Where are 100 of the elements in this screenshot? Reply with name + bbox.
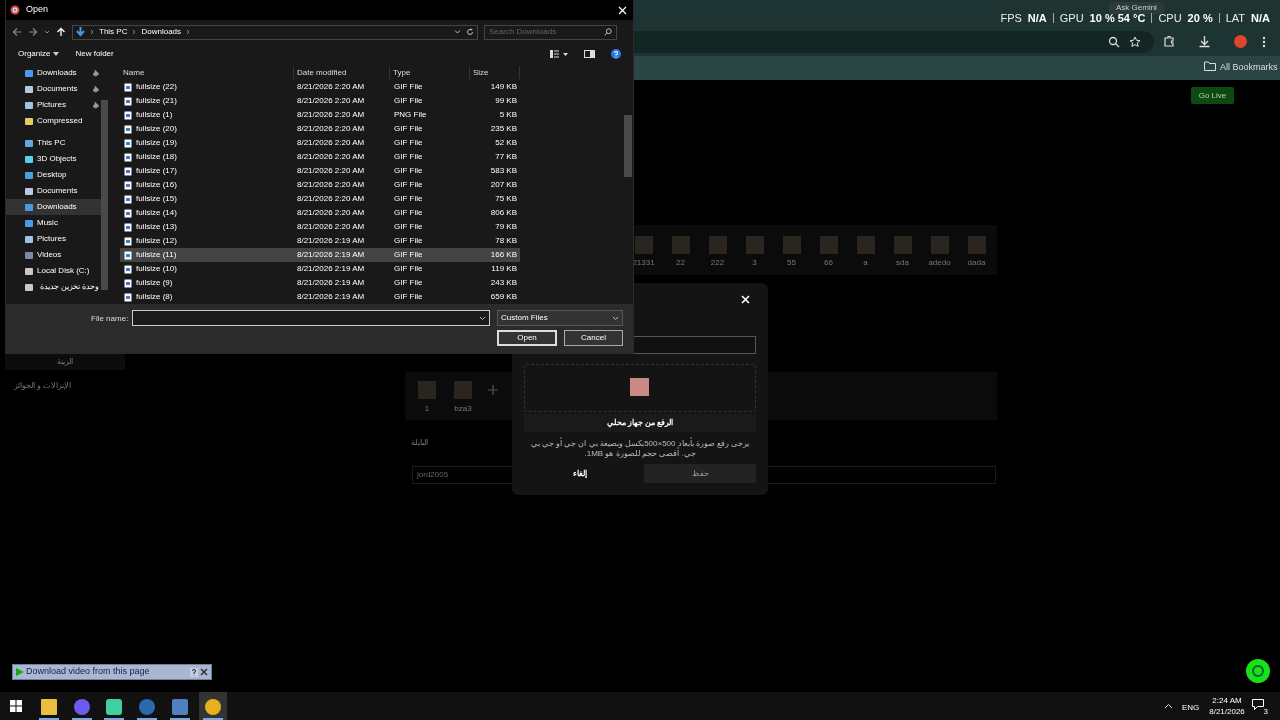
- nav-item[interactable]: 3D Objects: [6, 151, 101, 167]
- new-folder-button[interactable]: New folder: [75, 47, 114, 60]
- file-row[interactable]: fullsize (8) 8/21/2026 2:19 AM GIF File 659 KB: [120, 290, 520, 304]
- chevron-icon[interactable]: [44, 29, 50, 35]
- running-indicator: [72, 718, 92, 720]
- size-cell-text: 78 KB: [494, 235, 518, 247]
- clock-time[interactable]: 2:24 AM: [1212, 695, 1242, 706]
- nav-item[interactable]: Compressed: [6, 113, 101, 129]
- cancel-button[interactable]: Cancel: [564, 330, 623, 346]
- close-icon[interactable]: [200, 668, 208, 676]
- add-icon[interactable]: [488, 385, 498, 395]
- file-row[interactable]: fullsize (10) 8/21/2026 2:19 AM GIF File 119 KB: [120, 262, 520, 276]
- file-name-field[interactable]: [132, 310, 490, 326]
- thumbnail-label: a: [863, 257, 868, 269]
- nav-item[interactable]: Videos: [6, 247, 101, 263]
- column-header[interactable]: Date modified: [294, 66, 390, 79]
- chevron-icon[interactable]: [454, 29, 461, 35]
- nav-item[interactable]: Music: [6, 215, 101, 231]
- gemini-chip[interactable]: Ask Gemini: [1108, 2, 1165, 14]
- star-icon[interactable]: [1129, 36, 1141, 48]
- file-row[interactable]: fullsize (18) 8/21/2026 2:20 AM GIF File 77 KB: [120, 150, 520, 164]
- date-cell-text: 8/21/2026 2:20 AM: [296, 137, 366, 149]
- nav-item[interactable]: وحدة تخزين جديدة: [6, 279, 101, 295]
- scrollbar[interactable]: [624, 115, 632, 177]
- nav-item[interactable]: Documents: [6, 183, 101, 199]
- column-header[interactable]: Size: [470, 66, 520, 79]
- address-field[interactable]: This PC Downloads: [72, 24, 478, 40]
- stat-label: GPU: [1059, 11, 1084, 26]
- file-row[interactable]: fullsize (12) 8/21/2026 2:19 AM GIF File 78 KB: [120, 234, 520, 248]
- sidebar-item[interactable]: الإنزالات و الجوائز: [14, 380, 72, 392]
- notifications-button[interactable]: 3: [1252, 699, 1266, 713]
- file-row[interactable]: fullsize (17) 8/21/2026 2:20 AM GIF File 583 KB: [120, 164, 520, 178]
- scrollbar[interactable]: [101, 100, 108, 290]
- organize-button[interactable]: Organize: [18, 47, 60, 60]
- nav-item[interactable]: Downloads: [6, 199, 101, 215]
- windows-start-icon[interactable]: [10, 700, 22, 712]
- file-row[interactable]: fullsize (22) 8/21/2026 2:20 AM GIF File 149 KB: [120, 80, 520, 94]
- file-row[interactable]: fullsize (15) 8/21/2026 2:20 AM GIF File 75 KB: [120, 192, 520, 206]
- help-icon[interactable]: [190, 667, 198, 677]
- nav-item[interactable]: Downloads: [6, 65, 101, 81]
- file-row[interactable]: fullsize (20) 8/21/2026 2:20 AM GIF File 235 KB: [120, 122, 520, 136]
- bookmark-link[interactable]: All Bookmarks: [1220, 61, 1278, 75]
- file-name: fullsize (13): [136, 221, 177, 233]
- size-cell-text: 235 KB: [489, 123, 518, 135]
- nav-item[interactable]: Pictures: [6, 97, 101, 113]
- file-row[interactable]: fullsize (19) 8/21/2026 2:20 AM GIF File 52 KB: [120, 136, 520, 150]
- file-row[interactable]: fullsize (13) 8/21/2026 2:20 AM GIF File 79 KB: [120, 220, 520, 234]
- window-title: Open: [26, 3, 49, 17]
- cancel-button[interactable]: إلغاء: [524, 464, 636, 483]
- file-name: fullsize (14): [136, 207, 177, 219]
- nav-item[interactable]: Pictures: [6, 231, 101, 247]
- help-icon[interactable]: [611, 48, 621, 59]
- type-cell-text: GIF File: [393, 123, 424, 135]
- file-row[interactable]: fullsize (11) 8/21/2026 2:19 AM GIF File 166 KB: [120, 248, 520, 262]
- date-cell-text: 8/21/2026 2:20 AM: [296, 95, 366, 107]
- photo-placeholder: [630, 378, 649, 396]
- zoom-icon[interactable]: [1108, 36, 1120, 48]
- upload-button[interactable]: الرفع من جهاز محلي: [524, 414, 756, 432]
- support-chat-icon[interactable]: [1246, 659, 1270, 683]
- running-indicator: [104, 718, 124, 720]
- nav-item[interactable]: Local Disk (C:): [6, 263, 101, 279]
- refresh-icon[interactable]: [466, 28, 474, 36]
- forward-icon[interactable]: [28, 27, 38, 37]
- column-header[interactable]: Name: [120, 66, 294, 79]
- save-button[interactable]: حفظ: [644, 464, 756, 483]
- type-cell-text: GIF File: [393, 151, 424, 163]
- go-live-button[interactable]: Go Live: [1191, 87, 1234, 104]
- date-cell-text: 8/21/2026 2:20 AM: [296, 81, 366, 93]
- preview-pane-icon[interactable]: [584, 49, 595, 58]
- download-video-bar[interactable]: Download video from this page: [12, 664, 212, 680]
- nav-item[interactable]: Documents: [6, 81, 101, 97]
- menu-icon[interactable]: [1262, 36, 1266, 48]
- column-header[interactable]: Type: [390, 66, 470, 79]
- breadcrumb-item[interactable]: This PC: [99, 26, 128, 38]
- nav-item[interactable]: Desktop: [6, 167, 101, 183]
- breadcrumb-item[interactable]: Downloads: [141, 26, 182, 38]
- stat-label: FPS: [1000, 11, 1022, 26]
- sidebar-item[interactable]: الزينة: [5, 354, 125, 370]
- file-type-dropdown[interactable]: Custom Files: [497, 310, 623, 326]
- up-icon[interactable]: [56, 27, 66, 37]
- chevron-up-icon[interactable]: [1164, 703, 1173, 709]
- view-icon[interactable]: [550, 49, 568, 58]
- thumbnail-label: 55: [787, 257, 796, 269]
- file-icon: [124, 152, 132, 162]
- nav-item[interactable]: This PC: [6, 135, 101, 151]
- back-icon[interactable]: [12, 27, 22, 37]
- date-cell-text: 8/21/2026 2:20 AM: [296, 179, 366, 191]
- chevron-icon: [132, 29, 137, 35]
- file-row[interactable]: fullsize (16) 8/21/2026 2:20 AM GIF File 207 KB: [120, 178, 520, 192]
- file-row[interactable]: fullsize (21) 8/21/2026 2:20 AM GIF File 99 KB: [120, 94, 520, 108]
- file-row[interactable]: fullsize (14) 8/21/2026 2:20 AM GIF File 806 KB: [120, 206, 520, 220]
- download-video-link[interactable]: Download video from this page: [26, 665, 188, 679]
- notification-icon: [1252, 699, 1264, 710]
- file-row[interactable]: fullsize (9) 8/21/2026 2:19 AM GIF File 243 KB: [120, 276, 520, 290]
- file-row[interactable]: fullsize (1) 8/21/2026 2:20 AM PNG File 5 KB: [120, 108, 520, 122]
- puzzle-icon[interactable]: [1163, 35, 1176, 48]
- open-button[interactable]: Open: [497, 330, 557, 346]
- clock-date[interactable]: 8/21/2026: [1209, 706, 1245, 717]
- file-icon: [124, 222, 132, 232]
- language-indicator[interactable]: ENG: [1182, 702, 1200, 714]
